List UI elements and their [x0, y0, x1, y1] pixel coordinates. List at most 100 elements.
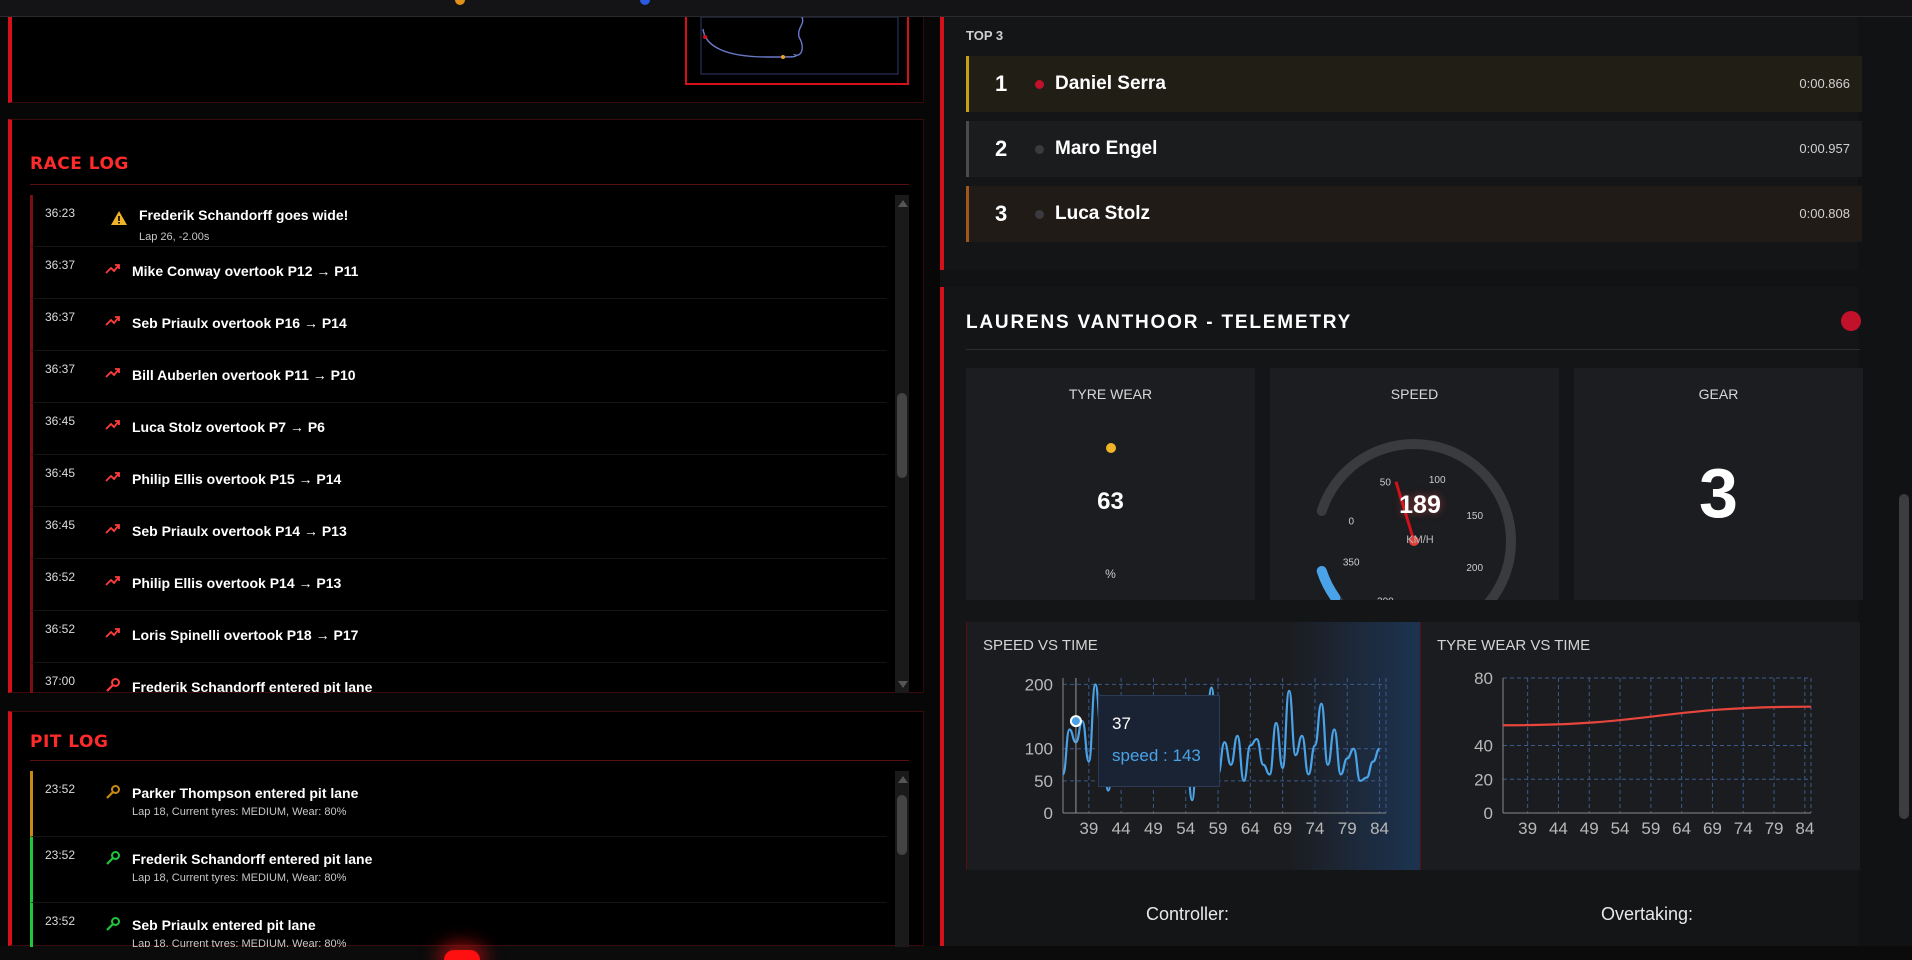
page-scrollbar[interactable] [1896, 17, 1912, 946]
telemetry-panel: LAURENS VANTHOOR - TELEMETRY TYRE WEAR 6… [940, 287, 1863, 946]
tyre-wear-label: TYRE WEAR [1068, 386, 1153, 402]
gauge-tick-label: 200 [1466, 563, 1483, 574]
tyre-status-dot-icon [1106, 443, 1116, 453]
podium-entry[interactable]: 3 Luca Stolz 0:00.808 [966, 186, 1862, 242]
pit-log-item: 23:52 Seb Priaulx entered pit lane Lap 18,… [30, 903, 887, 947]
x-tick-label: 54 [1176, 819, 1195, 838]
scroll-up-icon[interactable] [898, 200, 908, 207]
pit-log-scrollbar[interactable] [895, 771, 909, 947]
gauge-tick-label: 350 [1343, 557, 1360, 568]
track-map-svg [700, 17, 899, 75]
log-message: Frederik Schandorff entered pit lane [132, 679, 373, 693]
top3-label: TOP 3 [966, 28, 1004, 43]
race-log-item: 36:23 Frederik Schandorff goes wide! Lap 2… [30, 195, 887, 247]
log-time: 23:52 [45, 848, 76, 862]
x-tick-label: 69 [1273, 819, 1292, 838]
x-tick-label: 49 [1144, 819, 1163, 838]
race-log-panel: RACE LOG 36:23 Frederik Schandorff goes w… [8, 119, 924, 693]
gauge-tick-label: 0 [1348, 517, 1354, 528]
driver-gap: 0:00.866 [1799, 76, 1850, 91]
pit-log-item: 23:52 Frederik Schandorff entered pit lan… [30, 837, 887, 903]
race-log-divider [30, 184, 909, 185]
trend-up-icon [105, 573, 123, 591]
tyre-wear-chart[interactable]: 39 44 49 54 59 64 69 74 79 84 0 20 40 80 [1421, 622, 1861, 870]
race-log-item: 36:52 Loris Spinelli overtook P18 → P17 [30, 611, 887, 663]
x-tick-label: 39 [1079, 819, 1098, 838]
race-log-list[interactable]: 36:23 Frederik Schandorff goes wide! Lap 2… [30, 195, 887, 693]
race-log-item: 37:00 Frederik Schandorff entered pit lan… [30, 663, 887, 693]
x-tick-label: 74 [1734, 819, 1753, 838]
y-tick-label: 0 [1044, 804, 1053, 823]
trend-up-icon [105, 521, 123, 539]
pit-log-title: PIT LOG [30, 732, 109, 752]
x-tick-label: 79 [1338, 819, 1357, 838]
log-time: 36:45 [45, 414, 76, 428]
log-time: 36:23 [45, 206, 76, 220]
log-message: Philip Ellis overtook P14 → P13 [132, 575, 342, 591]
telemetry-title: LAURENS VANTHOOR - TELEMETRY [966, 312, 1353, 333]
series-line [1502, 705, 1812, 727]
driver-name: Luca Stolz [1055, 203, 1151, 224]
scroll-down-icon[interactable] [898, 681, 908, 688]
race-log-item: 36:37 Bill Auberlen overtook P11 → P10 [30, 351, 887, 403]
red-glow-icon [444, 950, 480, 960]
race-log-scrollbar[interactable] [895, 195, 909, 693]
overtaking-label: Overtaking: [1601, 904, 1694, 924]
race-log-item: 36:37 Seb Priaulx overtook P16 → P14 [30, 299, 887, 351]
tyre-chart-card: TYRE WEAR VS TIME 39 44 49 54 59 64 69 74 79 84 0 2… [1420, 622, 1860, 870]
warning-icon [110, 209, 128, 227]
gauge-speed-band [1316, 565, 1341, 600]
speed-unit: KM/H [1406, 534, 1434, 546]
car-marker-icon [703, 35, 707, 39]
gauge-tick-label: 100 [1429, 475, 1446, 486]
log-message: Seb Priaulx entered pit lane [132, 917, 316, 933]
speed-card: SPEED 050100150200250300350 189 KM/H [1270, 368, 1559, 600]
log-message: Bill Auberlen overtook P11 → P10 [132, 367, 356, 383]
x-tick-label: 74 [1305, 819, 1324, 838]
log-time: 36:52 [45, 622, 76, 636]
y-tick-label: 40 [1474, 737, 1493, 756]
tab-indicator-icon [455, 0, 465, 5]
driver-status-dot-icon [1035, 145, 1044, 154]
log-message: Frederik Schandorff goes wide! [139, 207, 349, 223]
podium-entry[interactable]: 1 Daniel Serra 0:00.866 [966, 56, 1862, 112]
track-map-panel [8, 17, 924, 103]
race-log-item: 36:45 Luca Stolz overtook P7 → P6 [30, 403, 887, 455]
top3-panel: TOP 3 1 Daniel Serra 0:00.866 2 Maro Engel 0:… [940, 17, 1862, 270]
record-indicator-icon[interactable] [1841, 311, 1861, 331]
wrench-icon [105, 677, 123, 693]
tab-indicator-icon [640, 0, 650, 5]
log-time: 23:52 [45, 782, 76, 796]
race-log-item: 36:45 Philip Ellis overtook P15 → P14 [30, 455, 887, 507]
scroll-up-icon[interactable] [898, 776, 908, 783]
log-message: Luca Stolz overtook P7 → P6 [132, 419, 325, 435]
scroll-thumb[interactable] [897, 393, 907, 478]
x-tick-label: 84 [1795, 819, 1814, 838]
y-tick-label: 50 [1034, 772, 1053, 791]
tyre-wear-card: TYRE WEAR 63 % [966, 368, 1255, 600]
y-tick-label: 100 [1025, 740, 1053, 759]
x-tick-label: 59 [1209, 819, 1228, 838]
podium-entry[interactable]: 2 Maro Engel 0:00.957 [966, 121, 1862, 177]
page-scroll-thumb[interactable] [1899, 494, 1909, 819]
pit-log-list[interactable]: 23:52 Parker Thompson entered pit lane Lap… [30, 771, 887, 947]
y-tick-label: 200 [1025, 675, 1053, 694]
x-tick-label: 64 [1241, 819, 1260, 838]
log-time: 23:52 [45, 914, 76, 928]
scroll-thumb[interactable] [897, 795, 907, 855]
trend-up-icon [105, 261, 123, 279]
telemetry-divider [966, 349, 1860, 350]
x-tick-label: 44 [1549, 819, 1568, 838]
log-message: Parker Thompson entered pit lane [132, 785, 359, 801]
podium-position: 3 [995, 201, 1008, 226]
x-tick-label: 44 [1112, 819, 1131, 838]
log-time: 36:37 [45, 310, 76, 324]
x-tick-label: 64 [1672, 819, 1691, 838]
gear-card: GEAR 3 [1574, 368, 1863, 600]
trend-up-icon [105, 313, 123, 331]
trend-up-icon [105, 469, 123, 487]
log-time: 36:37 [45, 258, 76, 272]
gear-value: 3 [1699, 454, 1738, 532]
log-message: Philip Ellis overtook P15 → P14 [132, 471, 342, 487]
speed-chart-card: SPEED VS TIME 39 44 49 54 59 64 69 74 79 84 0 50 100… [966, 622, 1420, 870]
